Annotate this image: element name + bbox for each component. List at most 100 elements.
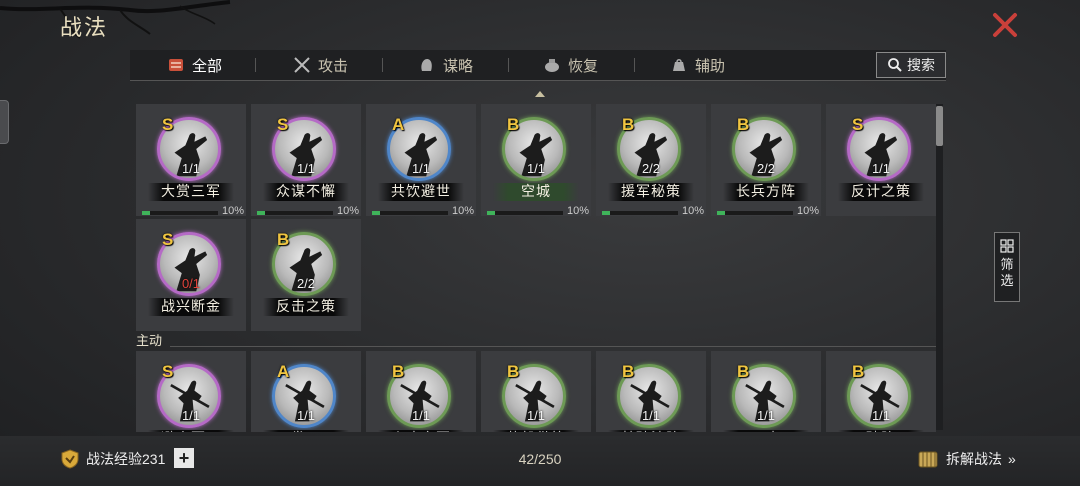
skill-count-label: 0/1 <box>181 276 201 291</box>
skill-name: 长兵方阵 <box>723 183 809 201</box>
assist-bag-icon <box>673 59 685 71</box>
skill-grade: B <box>622 115 635 134</box>
skill-count-label: 1/1 <box>296 161 316 176</box>
skill-progress-fill <box>257 211 265 215</box>
search-button[interactable]: 搜索 <box>876 52 946 78</box>
scrollbar[interactable] <box>936 104 943 430</box>
decompose-arrow-icon: » <box>1008 451 1016 467</box>
skill-grade: B <box>852 362 865 381</box>
skill-card[interactable]: S 1/1 大赏三军 10% <box>136 104 246 217</box>
skill-count-label: 2/2 <box>296 276 316 291</box>
skill-progress-fill <box>717 211 725 215</box>
skill-progress-bar <box>602 211 678 215</box>
tab-strategy[interactable]: 谋略 <box>417 50 473 80</box>
skill-grade: B <box>737 115 750 134</box>
skill-name: 大赏三军 <box>148 183 234 201</box>
skill-card[interactable]: B 2/2 援军秘策 10% <box>596 104 706 217</box>
skill-name: 火攻之要 <box>378 430 464 432</box>
tab-all[interactable]: 全部 <box>166 50 222 80</box>
page-title: 战法 <box>60 16 109 41</box>
skill-grade: S <box>162 230 174 249</box>
skill-count-label: 1/1 <box>181 161 201 176</box>
tab-recovery[interactable]: 恢复 <box>542 50 598 80</box>
skill-grade: B <box>392 362 405 381</box>
skill-card[interactable]: B 1/1 基础法阵 <box>596 351 706 432</box>
all-scroll-icon <box>169 59 183 71</box>
filter-label: 筛选 <box>1000 257 1014 288</box>
skill-progress-label: 10% <box>682 205 705 217</box>
skill-card[interactable]: S 1/1 反计之策 <box>826 104 936 216</box>
skill-grade: B <box>507 115 520 134</box>
skill-progress-fill <box>372 211 380 215</box>
scrollbar-thumb[interactable] <box>936 106 943 146</box>
skill-name: 草船借箭 <box>493 430 579 432</box>
skill-count-label: 1/1 <box>641 408 661 423</box>
skill-name: 一击 <box>723 430 809 432</box>
close-icon[interactable] <box>990 10 1020 40</box>
skill-count-label: 1/1 <box>526 161 546 176</box>
filter-grid-icon <box>1000 239 1014 253</box>
skill-grade: B <box>507 362 520 381</box>
skill-grade: B <box>622 362 635 381</box>
skill-card[interactable]: B 1/1 火攻之要 <box>366 351 476 432</box>
skill-card[interactable]: B 1/1 一击 <box>711 351 821 432</box>
skill-grade: B <box>277 230 290 249</box>
skill-grade: S <box>162 362 174 381</box>
skill-progress-fill <box>602 211 610 215</box>
category-tab-bar: 全部 攻击 谋略 恢复 辅助 <box>130 50 946 81</box>
skill-card[interactable]: A 1/1 共饮避世 10% <box>366 104 476 217</box>
skill-card[interactable]: B 1/1 破阵 <box>826 351 936 432</box>
skill-count-label: 2/2 <box>756 161 776 176</box>
tab-divider <box>382 58 383 72</box>
skill-count-label: 1/1 <box>526 408 546 423</box>
skill-count-label: 1/1 <box>411 408 431 423</box>
skill-card[interactable]: B 1/1 空城 10% <box>481 104 591 217</box>
tab-label: 谋略 <box>443 57 474 75</box>
scroll-bundle-icon <box>918 451 938 468</box>
skill-name: 发弓 <box>263 430 349 432</box>
tab-attack[interactable]: 攻击 <box>292 50 348 80</box>
skill-grade: S <box>277 115 289 134</box>
tab-label: 辅助 <box>695 57 726 75</box>
skill-name: 避人耳目 <box>148 430 234 432</box>
skill-name: 共饮避世 <box>378 183 464 201</box>
skill-progress-label: 10% <box>567 205 590 217</box>
skill-progress-fill <box>142 211 150 215</box>
skill-grid-panel: S 1/1 大赏三军 10% S 1/1 众谋不懈 10% A 1/1 共饮避世 10% B 1/1 空城 1… <box>130 96 946 432</box>
skill-name: 破阵 <box>838 430 924 432</box>
skill-card[interactable]: B 2/2 反击之策 <box>251 219 361 331</box>
skill-progress-label: 10% <box>452 205 475 217</box>
skill-card[interactable]: S 0/1 战兴断金 <box>136 219 246 331</box>
skill-name: 反计之策 <box>838 183 924 201</box>
search-icon <box>888 58 902 72</box>
skill-count-label: 1/1 <box>296 408 316 423</box>
skill-name: 援军秘策 <box>608 183 694 201</box>
skill-card[interactable]: S 1/1 众谋不懈 10% <box>251 104 361 217</box>
strategy-hand-icon <box>421 59 432 71</box>
skill-card[interactable]: A 1/1 发弓 <box>251 351 361 432</box>
skill-count-label: 1/1 <box>871 408 891 423</box>
decompose-skill-button[interactable]: 拆解战法 » <box>916 447 1016 471</box>
skill-name: 众谋不懈 <box>263 183 349 201</box>
tab-label: 攻击 <box>318 57 349 75</box>
skill-count-label: 1/1 <box>756 408 776 423</box>
tab-divider <box>508 58 509 72</box>
skill-card[interactable]: S 1/1 避人耳目 <box>136 351 246 432</box>
skill-progress-bar <box>142 211 218 215</box>
skill-card[interactable]: B 2/2 长兵方阵 10% <box>711 104 821 217</box>
skill-grade: A <box>277 362 290 381</box>
skill-name: 反击之策 <box>263 298 349 316</box>
skill-count-label: 1/1 <box>411 161 431 176</box>
skill-progress-bar <box>372 211 448 215</box>
skill-count-label: 2/2 <box>641 161 661 176</box>
section-divider <box>170 346 942 347</box>
skill-count-label: 1/1 <box>871 161 891 176</box>
tab-divider <box>634 58 635 72</box>
skill-grade: S <box>852 115 864 134</box>
skill-card[interactable]: B 1/1 草船借箭 <box>481 351 591 432</box>
search-label: 搜索 <box>907 57 935 73</box>
tab-assist[interactable]: 辅助 <box>669 50 725 80</box>
recovery-pot-icon <box>545 59 559 72</box>
side-drawer-handle[interactable] <box>0 100 9 144</box>
filter-button[interactable]: 筛选 <box>994 232 1020 302</box>
